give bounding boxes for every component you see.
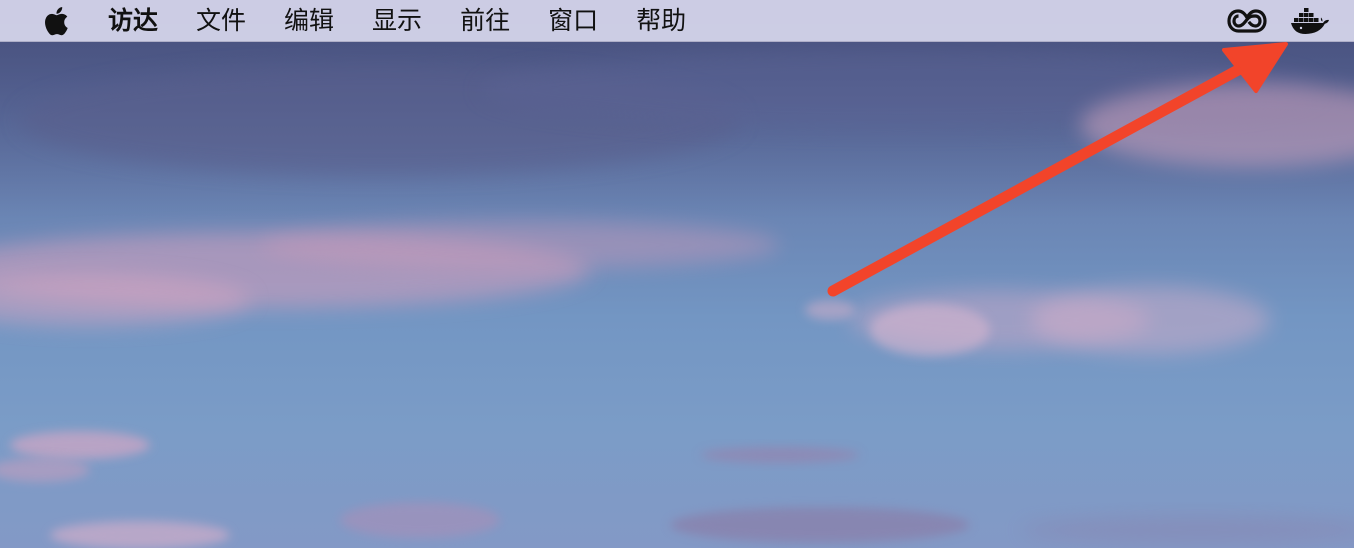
menu-edit[interactable]: 编辑: [284, 0, 334, 42]
menu-finder[interactable]: 访达: [108, 0, 158, 42]
menu-window[interactable]: 窗口: [548, 0, 598, 42]
docker-whale-icon[interactable]: [1288, 4, 1332, 38]
menu-go[interactable]: 前往: [460, 0, 510, 42]
menu-bar: 访达 文件 编辑 显示 前往 窗口 帮助: [0, 0, 1354, 42]
desktop-wallpaper: [0, 0, 1354, 548]
apple-logo-icon[interactable]: [38, 4, 72, 38]
menu-help[interactable]: 帮助: [636, 0, 686, 42]
desktop-screen: 访达 文件 编辑 显示 前往 窗口 帮助: [0, 0, 1354, 548]
creative-cloud-icon[interactable]: [1226, 4, 1268, 38]
menu-view[interactable]: 显示: [372, 0, 422, 42]
menu-items: 访达 文件 编辑 显示 前往 窗口 帮助: [108, 0, 724, 42]
menu-file[interactable]: 文件: [196, 0, 246, 42]
